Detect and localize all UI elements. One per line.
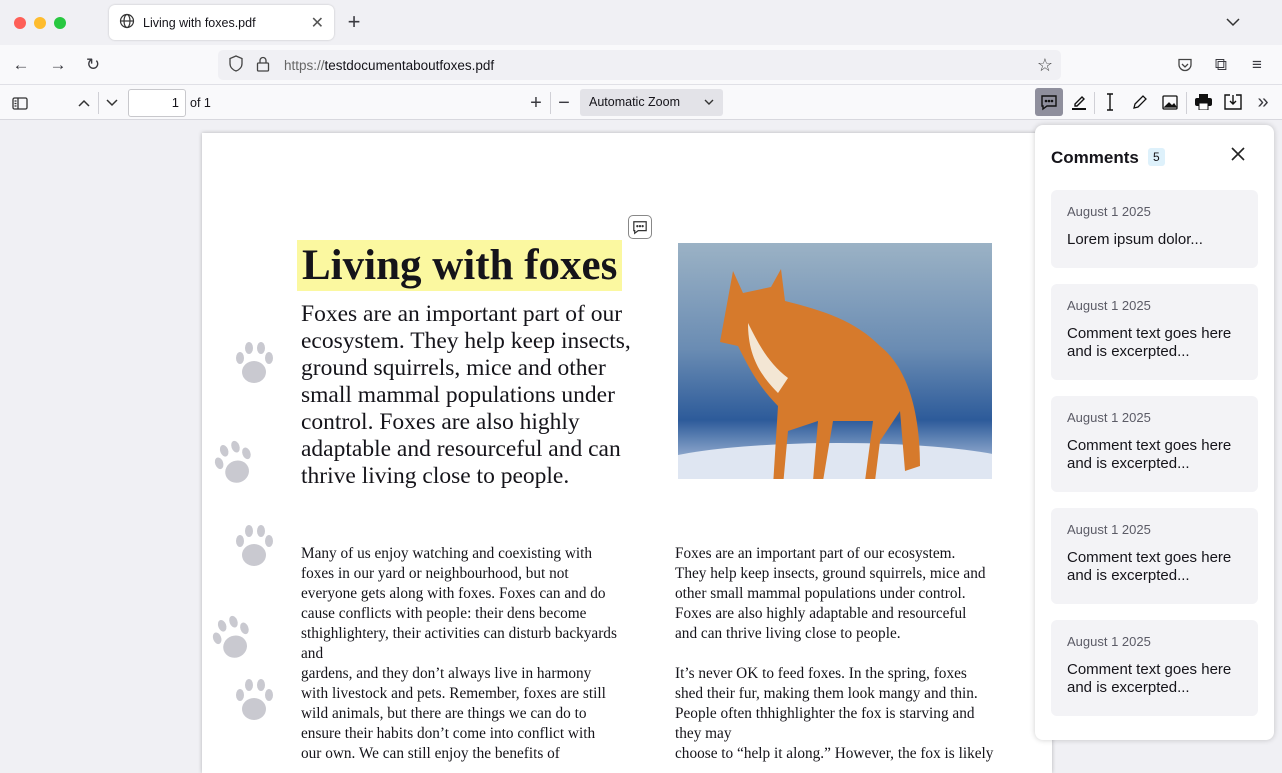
page-count-label: of 1 [190, 96, 211, 110]
lead-paragraph: Foxes are an important part of our ecosy… [301, 301, 631, 489]
navigation-bar: ← → ↻ https://testdocumentaboutfoxes.pdf… [0, 45, 1282, 85]
comment-item[interactable]: August 1 2025 Comment text goes here and … [1051, 620, 1258, 716]
body-column-right: Foxes are an important part of our ecosy… [675, 545, 994, 762]
url-host: testdocumentaboutfoxes.pdf [324, 57, 495, 73]
back-button[interactable]: ← [10, 55, 32, 75]
new-tab-button[interactable]: + [344, 9, 364, 34]
more-tools-icon[interactable]: » [1252, 91, 1274, 113]
comment-annotation-marker[interactable] [628, 215, 652, 239]
minimize-window-button[interactable] [34, 17, 46, 29]
comment-tool-button[interactable] [1035, 88, 1063, 116]
document-title-highlighted[interactable]: Living with foxes [297, 240, 623, 291]
comments-count-badge: 5 [1148, 148, 1165, 166]
chevron-down-icon [704, 95, 714, 110]
close-panel-icon[interactable] [1231, 147, 1245, 166]
previous-page-button[interactable] [74, 93, 94, 113]
tab-title: Living with foxes.pdf [143, 15, 256, 30]
comment-item[interactable]: August 1 2025 Lorem ipsum dolor... [1051, 190, 1258, 268]
comment-item[interactable]: August 1 2025 Comment text goes here and … [1051, 396, 1258, 492]
body-column-left: Many of us enjoy watching and coexisting… [301, 545, 617, 762]
zoom-select[interactable]: Automatic Zoom [580, 89, 723, 116]
globe-icon [119, 13, 135, 32]
highlight-tool-button[interactable] [1069, 92, 1089, 112]
url-text[interactable]: https://testdocumentaboutfoxes.pdf [284, 58, 494, 73]
comment-date: August 1 2025 [1067, 522, 1151, 537]
bookmark-star-icon[interactable]: ☆ [1037, 55, 1053, 76]
comment-text: Comment text goes here and is excerpted.… [1067, 325, 1232, 360]
close-tab-icon[interactable]: ✕ [311, 13, 324, 33]
download-button[interactable] [1222, 92, 1244, 112]
comment-text: Comment text goes here and is excerpted.… [1067, 549, 1232, 584]
address-bar[interactable]: https://testdocumentaboutfoxes.pdf ☆ [218, 50, 1061, 80]
comments-title: Comments [1051, 148, 1139, 167]
maximize-window-button[interactable] [54, 17, 66, 29]
paw-print-icon [212, 615, 249, 658]
paw-print-icon [236, 679, 273, 720]
extensions-icon[interactable]: ⧉ [1210, 55, 1232, 75]
add-image-button[interactable] [1160, 92, 1180, 112]
comment-date: August 1 2025 [1067, 204, 1151, 219]
tab-living-with-foxes[interactable]: Living with foxes.pdf ✕ [109, 5, 334, 40]
text-tool-button[interactable] [1100, 92, 1120, 112]
next-page-button[interactable] [102, 93, 122, 113]
paw-print-icon [214, 440, 251, 483]
comment-item[interactable]: August 1 2025 Comment text goes here and … [1051, 508, 1258, 604]
zoom-in-button[interactable]: + [526, 92, 546, 114]
paw-print-icon [236, 342, 273, 383]
print-button[interactable] [1192, 92, 1214, 112]
lock-icon[interactable] [256, 56, 270, 75]
tab-bar: Living with foxes.pdf ✕ + [0, 0, 1282, 45]
zoom-out-button[interactable]: − [554, 92, 574, 114]
pdf-page: Living with foxes Foxes are an important… [202, 133, 1052, 773]
comment-text: Lorem ipsum dolor... [1067, 231, 1203, 248]
url-scheme: https:// [284, 57, 325, 73]
comment-date: August 1 2025 [1067, 634, 1151, 649]
paw-print-icon [236, 525, 273, 566]
zoom-select-value: Automatic Zoom [589, 95, 681, 109]
comment-date: August 1 2025 [1067, 298, 1151, 313]
page-number-input[interactable]: 1 [128, 89, 186, 117]
pocket-icon[interactable] [1174, 55, 1196, 75]
fox-photo [678, 243, 992, 479]
comment-text: Comment text goes here and is excerpted.… [1067, 437, 1232, 472]
pdf-toolbar: 1 of 1 + − Automatic Zoom » [0, 85, 1282, 120]
comment-item[interactable]: August 1 2025 Comment text goes here and … [1051, 284, 1258, 380]
menu-hamburger-icon[interactable]: ≡ [1246, 55, 1268, 75]
comment-date: August 1 2025 [1067, 410, 1151, 425]
list-tabs-chevron-icon[interactable] [1222, 12, 1244, 32]
comments-panel: Comments 5 August 1 2025 Lorem ipsum dolo… [1035, 125, 1274, 740]
comment-text: Comment text goes here and is excerpted.… [1067, 661, 1232, 696]
close-window-button[interactable] [14, 17, 26, 29]
draw-pencil-button[interactable] [1130, 92, 1150, 112]
reload-button[interactable]: ↻ [82, 55, 104, 75]
shield-icon[interactable] [228, 55, 244, 75]
forward-button[interactable]: → [47, 55, 69, 75]
sidebar-toggle-icon[interactable] [10, 93, 30, 113]
